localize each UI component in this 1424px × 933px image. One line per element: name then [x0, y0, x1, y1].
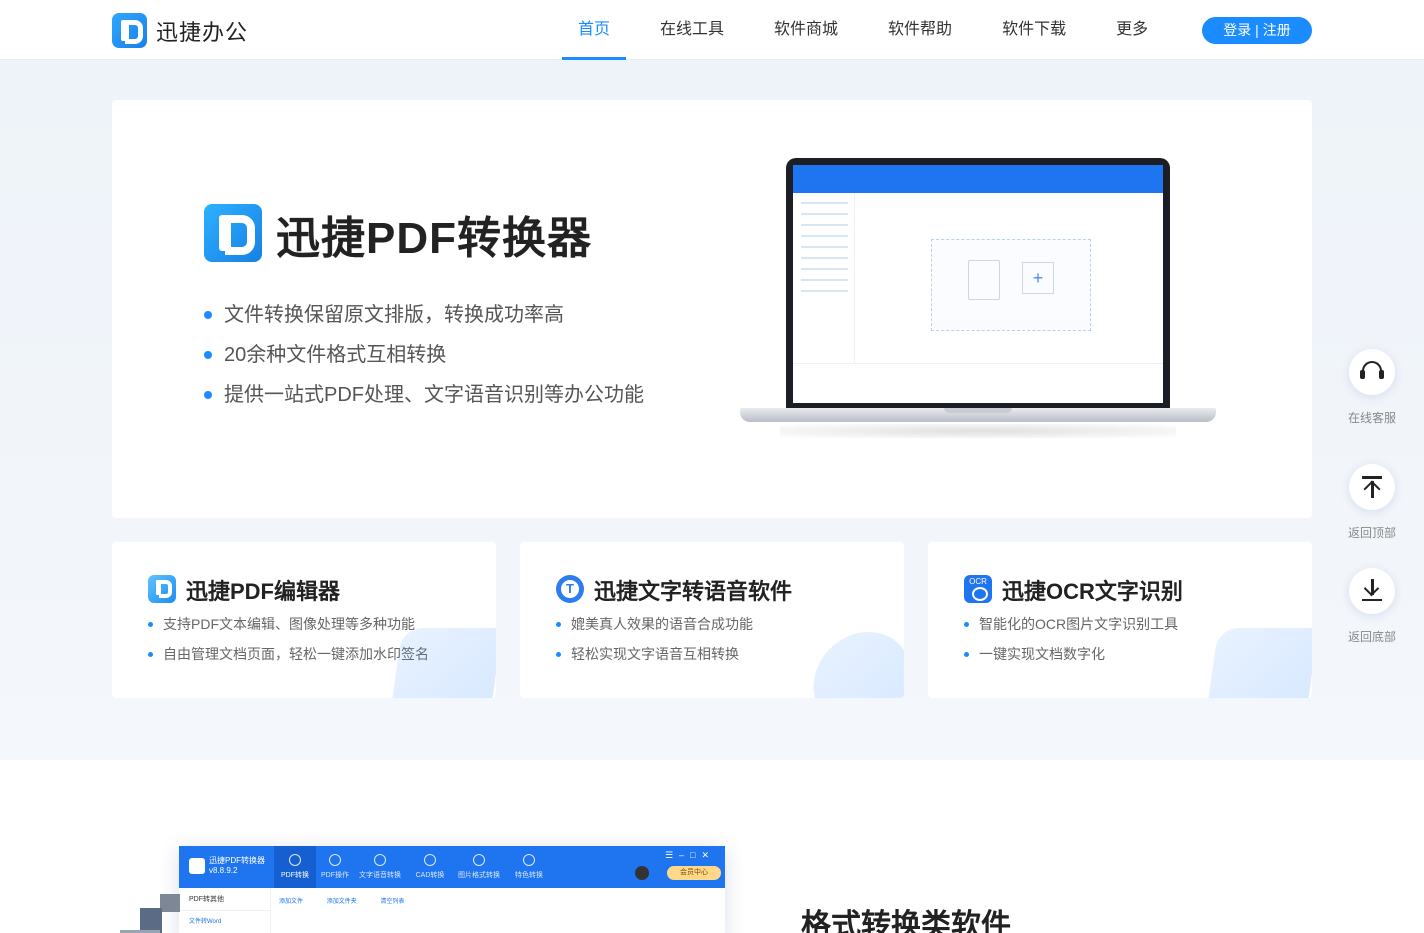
app-preview-toolbar: 添加文件 添加文件夹 清空列表	[279, 896, 426, 905]
product-card-text-to-speech[interactable]: 迅捷文字转语音软件 媲美真人效果的语音合成功能 轻松实现文字语音互相转换	[520, 542, 904, 698]
product-title: 迅捷OCR文字识别	[1002, 579, 1183, 604]
nav-item-software-download[interactable]: 软件下载	[986, 0, 1082, 60]
product-card-ocr[interactable]: 迅捷OCR文字识别 智能化的OCR图片文字识别工具 一键实现文档数字化	[928, 542, 1312, 698]
laptop-screen: +	[786, 158, 1170, 410]
app-preview-name: 迅捷PDF转换器 v8.8.9.2	[209, 856, 265, 875]
nav-item-more[interactable]: 更多	[1100, 0, 1164, 60]
ocr-icon	[964, 575, 992, 603]
brand-logo[interactable]: 迅捷办公	[112, 13, 248, 48]
float-back-to-top[interactable]: 返回顶部	[1342, 464, 1402, 541]
main-nav: 首页 在线工具 软件商城 软件帮助 软件下载 更多	[562, 0, 1182, 60]
product-title: 迅捷文字转语音软件	[594, 579, 793, 604]
app-tab-pdf-ops: PDF操作	[314, 852, 356, 880]
tab-icon	[329, 854, 341, 866]
product-card-pdf-editor[interactable]: 迅捷PDF编辑器 支持PDF文本编辑、图像处理等多种功能 自由管理文档页面，轻松…	[112, 542, 496, 698]
app-screenshot: +	[793, 165, 1163, 403]
product-feature: 支持PDF文本编辑、图像处理等多种功能	[148, 614, 429, 644]
hero-feature: 提供一站式PDF处理、文字语音识别等办公功能	[204, 380, 644, 420]
pdf-editor-icon	[148, 575, 176, 603]
hero-title: 迅捷PDF转换器	[276, 214, 592, 263]
hero-feature: 20余种文件格式互相转换	[204, 340, 644, 380]
site-header: 迅捷办公 首页 在线工具 软件商城 软件帮助 软件下载 更多 登录 | 注册	[0, 0, 1424, 60]
product-feature: 轻松实现文字语音互相转换	[556, 644, 753, 674]
app-tab-image-format: 图片格式转换	[458, 852, 500, 880]
window-controls: ☰–□✕	[664, 850, 715, 860]
stacked-windows-decoration	[120, 894, 180, 933]
app-tab-special: 特色转换	[508, 852, 550, 880]
online-service-button[interactable]	[1349, 349, 1395, 395]
back-to-top-icon	[1362, 476, 1382, 498]
product-feature: 一键实现文档数字化	[964, 644, 1178, 674]
speech-watermark-icon	[807, 632, 904, 698]
pdf-converter-logo-icon	[204, 204, 262, 262]
float-label: 返回底部	[1347, 630, 1396, 644]
laptop-shadow	[780, 424, 1176, 438]
app-sidebar-mini	[793, 193, 855, 363]
product-feature: 智能化的OCR图片文字识别工具	[964, 614, 1178, 644]
ocr-watermark-icon	[1205, 628, 1312, 698]
laptop-base	[740, 408, 1216, 422]
product-feature: 自由管理文档页面，轻松一键添加水印签名	[148, 644, 429, 674]
section-title: 格式转换类软件	[801, 909, 1011, 933]
file-drop-zone: +	[931, 239, 1091, 331]
add-icon: +	[1022, 262, 1054, 294]
tab-icon	[374, 854, 386, 866]
nav-item-online-tools[interactable]: 在线工具	[644, 0, 740, 60]
format-conversion-section: 迅捷PDF转换器 v8.8.9.2 PDF转换 PDF操作 文字语音转换 CAD…	[0, 760, 1424, 933]
text-to-speech-icon	[556, 575, 584, 603]
sidebar-group-label: PDF转其他	[179, 888, 270, 911]
app-tab-cad: CAD转换	[409, 852, 451, 880]
login-register-button[interactable]: 登录 | 注册	[1202, 17, 1312, 44]
product-feature-list: 智能化的OCR图片文字识别工具 一键实现文档数字化	[964, 614, 1178, 674]
vip-center-badge: 会员中心	[667, 866, 721, 880]
toolbar-item: 添加文件	[279, 899, 304, 905]
brand-logo-icon	[112, 13, 147, 48]
brand-name: 迅捷办公	[156, 19, 249, 45]
float-label: 返回顶部	[1347, 526, 1396, 540]
float-back-to-bottom[interactable]: 返回底部	[1342, 568, 1402, 645]
tab-icon	[473, 854, 485, 866]
back-to-bottom-icon	[1362, 579, 1382, 601]
app-toolbar-strip	[793, 165, 1163, 193]
back-to-top-button[interactable]	[1349, 464, 1395, 510]
toolbar-item: 添加文件夹	[326, 899, 357, 905]
hero-feature: 文件转换保留原文排版，转换成功率高	[204, 300, 644, 340]
nav-item-software-help[interactable]: 软件帮助	[872, 0, 968, 60]
headset-icon	[1360, 361, 1384, 379]
product-feature: 媲美真人效果的语音合成功能	[556, 614, 753, 644]
app-logo-icon	[189, 858, 205, 874]
document-icon	[968, 260, 1000, 300]
app-tab-pdf-convert: PDF转换	[274, 846, 316, 888]
hero-banner[interactable]: 迅捷PDF转换器 文件转换保留原文排版，转换成功率高 20余种文件格式互相转换 …	[112, 100, 1312, 518]
app-preview-sidebar: PDF转其他 文件转Word	[179, 888, 271, 933]
app-steps-bar	[793, 363, 1163, 403]
product-feature-list: 媲美真人效果的语音合成功能 轻松实现文字语音互相转换	[556, 614, 753, 674]
tab-icon	[424, 854, 436, 866]
app-tab-text-speech: 文字语音转换	[359, 852, 401, 880]
hero-feature-list: 文件转换保留原文排版，转换成功率高 20余种文件格式互相转换 提供一站式PDF处…	[204, 300, 644, 420]
pdf-watermark-icon	[389, 628, 496, 698]
app-preview-window: 迅捷PDF转换器 v8.8.9.2 PDF转换 PDF操作 文字语音转换 CAD…	[179, 846, 725, 933]
avatar	[635, 866, 649, 880]
float-online-service[interactable]: 在线客服	[1342, 349, 1402, 426]
tab-icon	[289, 854, 301, 866]
nav-item-home[interactable]: 首页	[562, 0, 627, 60]
nav-item-software-store[interactable]: 软件商城	[758, 0, 854, 60]
toolbar-item: 清空列表	[380, 899, 405, 905]
laptop-mockup: +	[740, 158, 1216, 438]
sidebar-item: 文件转Word	[189, 919, 222, 925]
product-feature-list: 支持PDF文本编辑、图像处理等多种功能 自由管理文档页面，轻松一键添加水印签名	[148, 614, 429, 674]
product-title: 迅捷PDF编辑器	[186, 579, 341, 604]
back-to-bottom-button[interactable]	[1349, 568, 1395, 614]
float-label: 在线客服	[1347, 411, 1396, 425]
tab-icon	[523, 854, 535, 866]
app-preview-header: 迅捷PDF转换器 v8.8.9.2 PDF转换 PDF操作 文字语音转换 CAD…	[179, 846, 725, 888]
